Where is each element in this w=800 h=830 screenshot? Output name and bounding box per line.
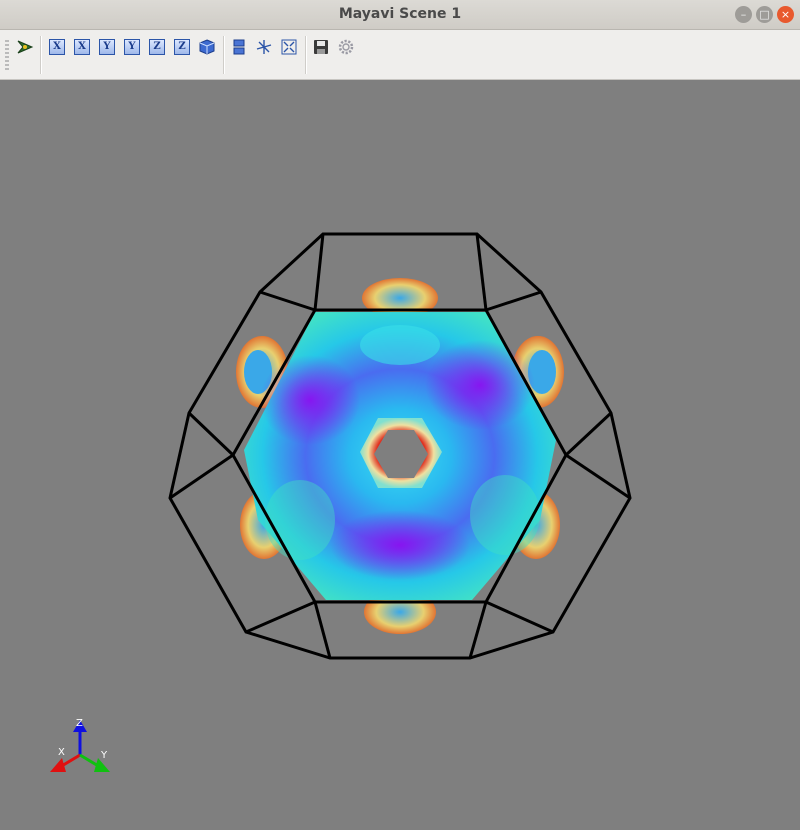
mayavi-logo-icon[interactable]: [16, 38, 34, 56]
full-screen-button[interactable]: [280, 38, 298, 56]
isometric-view-icon: [199, 39, 215, 55]
toolbar-grip[interactable]: [5, 40, 9, 72]
minimize-button[interactable]: –: [735, 6, 752, 23]
close-button[interactable]: ×: [777, 6, 794, 23]
title-bar[interactable]: Mayavi Scene 1 – □ ×: [0, 0, 800, 30]
view-z-minus-button[interactable]: Z: [173, 38, 191, 56]
window-title: Mayavi Scene 1: [338, 6, 462, 22]
view-z-plus-button[interactable]: Z: [148, 38, 166, 56]
scene-render: Z X Y: [50, 232, 632, 772]
axes-toggle-button[interactable]: [255, 38, 273, 56]
mayavi-window: Mayavi Scene 1 – □ × X X Y Y Z Z Z X Y: [0, 0, 800, 830]
axis-z-label: Z: [76, 718, 83, 729]
view-x-plus-button[interactable]: X: [48, 38, 66, 56]
axes-toggle-icon: [256, 40, 272, 54]
view-y-minus-button[interactable]: Y: [123, 38, 141, 56]
settings-button[interactable]: [337, 38, 355, 56]
toolbar-separator: [223, 36, 225, 74]
maximize-button[interactable]: □: [756, 6, 773, 23]
axis-x-label: X: [58, 747, 65, 758]
save-icon: [314, 40, 328, 54]
axis-y-label: Y: [100, 750, 108, 761]
view-x-plus-icon: X: [49, 39, 65, 55]
view-x-minus-icon: X: [74, 39, 90, 55]
isometric-view-button[interactable]: [198, 38, 216, 56]
save-button[interactable]: [312, 38, 330, 56]
view-x-minus-button[interactable]: X: [73, 38, 91, 56]
full-screen-icon: [281, 39, 297, 55]
view-z-plus-icon: Z: [149, 39, 165, 55]
view-z-minus-icon: Z: [174, 39, 190, 55]
parallel-projection-icon: [233, 39, 245, 55]
toolbar-separator: [40, 36, 42, 74]
view-y-plus-icon: Y: [99, 39, 115, 55]
toolbar: X X Y Y Z Z: [0, 30, 800, 80]
view-y-minus-icon: Y: [124, 39, 140, 55]
parallel-projection-button[interactable]: [230, 38, 248, 56]
settings-icon: [338, 39, 354, 55]
orientation-axes: Z X Y: [50, 718, 110, 772]
view-y-plus-button[interactable]: Y: [98, 38, 116, 56]
toolbar-separator: [305, 36, 307, 74]
3d-scene-viewport[interactable]: Z X Y: [0, 80, 800, 830]
